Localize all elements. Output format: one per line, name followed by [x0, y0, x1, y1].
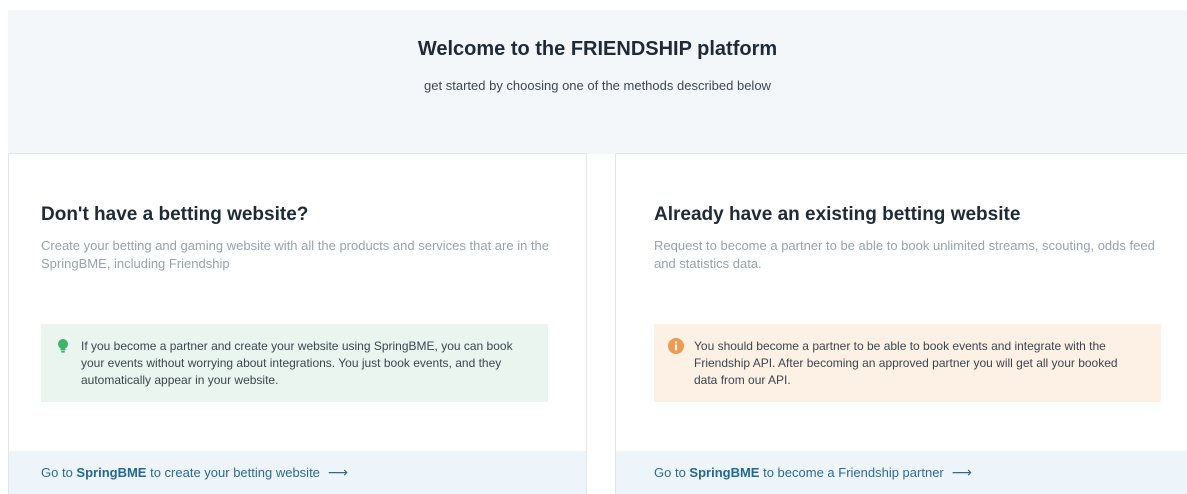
info-callout: If you become a partner and create your …	[41, 324, 548, 402]
callout-text: You should become a partner to be able t…	[694, 339, 1118, 387]
option-card-new-website: Don't have a betting website? Create you…	[8, 153, 587, 494]
page-title: Welcome to the FRIENDSHIP platform	[417, 38, 778, 60]
card-description: Create your betting and gaming website w…	[41, 238, 550, 271]
info-callout: You should become a partner to be able t…	[654, 324, 1161, 402]
springbme-create-website-link[interactable]: Go to SpringBME to create your betting w…	[9, 451, 586, 494]
arrow-right-icon: ⟶	[327, 464, 348, 480]
page: Welcome to the FRIENDSHIP platform get s…	[0, 0, 1187, 494]
option-card-existing-website: Already have an existing betting website…	[615, 153, 1187, 494]
card-title: Don't have a betting website?	[41, 204, 309, 225]
callout-text: If you become a partner and create your …	[81, 339, 513, 387]
card-title: Already have an existing betting website	[654, 204, 1021, 225]
link-brand: SpringBME	[689, 465, 760, 480]
link-suffix: to become a Friendship partner	[759, 465, 944, 480]
springbme-partner-link[interactable]: Go to SpringBME to become a Friendship p…	[616, 451, 1187, 494]
arrow-right-icon: ⟶	[951, 464, 972, 480]
link-brand: SpringBME	[76, 465, 147, 480]
welcome-banner: Welcome to the FRIENDSHIP platform get s…	[8, 10, 1187, 154]
page-subtitle: get started by choosing one of the metho…	[424, 78, 771, 93]
link-suffix: to create your betting website	[146, 465, 320, 480]
card-description: Request to become a partner to be able t…	[654, 238, 1155, 271]
lightbulb-icon	[55, 338, 71, 354]
link-prefix: Go to	[41, 465, 77, 480]
link-prefix: Go to	[654, 465, 690, 480]
info-icon	[668, 338, 684, 354]
